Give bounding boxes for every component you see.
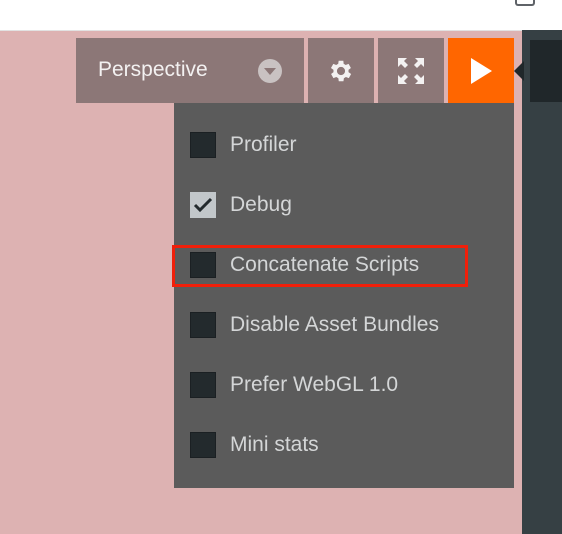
menu-item-prefer-webgl[interactable]: Prefer WebGL 1.0: [190, 370, 500, 400]
highlight-box: [172, 245, 468, 287]
fullscreen-button[interactable]: [378, 38, 444, 103]
launch-button[interactable]: [448, 38, 514, 103]
checkmark-icon: [193, 197, 213, 213]
settings-button[interactable]: [308, 38, 374, 103]
menu-item-label: Disable Asset Bundles: [230, 313, 439, 336]
menu-item-disable-asset-bundles[interactable]: Disable Asset Bundles: [190, 310, 500, 340]
panel-pointer: [514, 61, 524, 81]
chevron-down-circle-icon: [258, 59, 282, 83]
disable-asset-bundles-checkbox[interactable]: [190, 312, 216, 338]
launch-options-menu: Profiler Debug Concatenate Scripts Disab…: [174, 103, 514, 488]
fullscreen-icon: [398, 57, 424, 84]
prefer-webgl-checkbox[interactable]: [190, 372, 216, 398]
camera-dropdown[interactable]: Perspective: [76, 38, 304, 103]
right-side-panel: [522, 30, 562, 534]
menu-item-label: Profiler: [230, 133, 297, 156]
panel-tab[interactable]: [530, 40, 562, 102]
debug-checkbox[interactable]: [190, 192, 216, 218]
browser-top-strip: [0, 0, 562, 31]
menu-item-label: Debug: [230, 193, 292, 216]
menu-item-mini-stats[interactable]: Mini stats: [190, 430, 500, 460]
profiler-checkbox[interactable]: [190, 132, 216, 158]
play-icon: [471, 57, 492, 84]
menu-item-debug[interactable]: Debug: [190, 190, 500, 220]
menu-item-profiler[interactable]: Profiler: [190, 130, 500, 160]
menu-item-label: Prefer WebGL 1.0: [230, 373, 399, 396]
browser-tab-icon[interactable]: [515, 0, 535, 6]
menu-item-label: Mini stats: [230, 433, 319, 456]
camera-dropdown-label: Perspective: [98, 58, 208, 81]
gear-icon: [330, 60, 352, 81]
mini-stats-checkbox[interactable]: [190, 432, 216, 458]
